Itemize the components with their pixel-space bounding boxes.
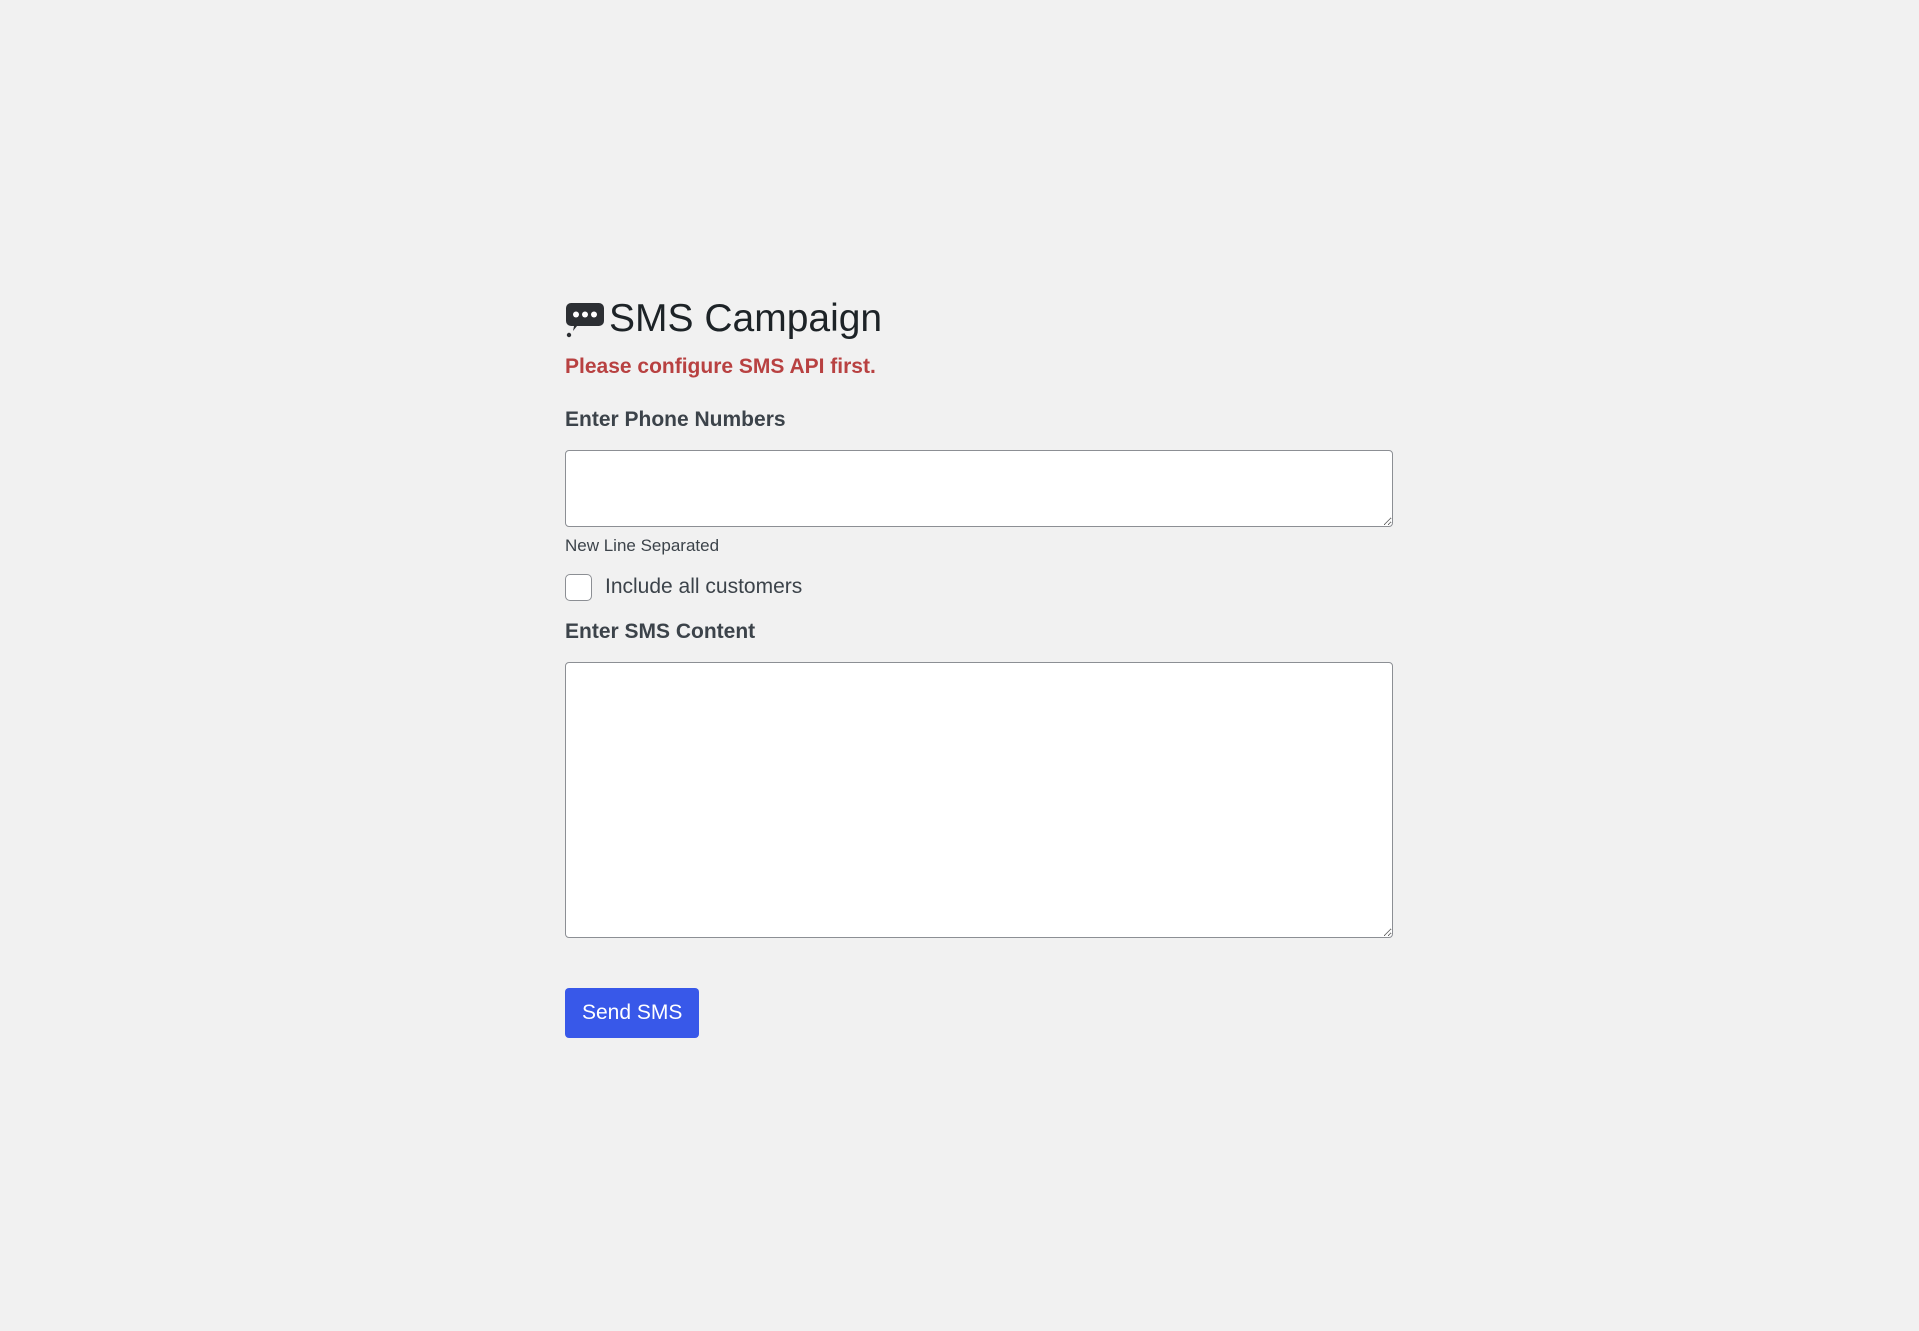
phone-numbers-input[interactable] [565,450,1393,527]
config-warning: Please configure SMS API first. [565,355,876,378]
send-sms-button[interactable]: Send SMS [565,988,700,1038]
page-title: SMS Campaign [609,297,883,340]
sms-campaign-panel: SMS Campaign Please configure SMS API fi… [565,292,1393,1038]
sms-content-input[interactable] [565,662,1393,938]
include-all-customers-row[interactable]: Include all customers [565,572,1393,602]
phone-numbers-help: New Line Separated [565,536,720,555]
title-row: SMS Campaign [565,292,1393,346]
phone-numbers-label: Enter Phone Numbers [565,408,786,431]
speech-bubble-icon [565,299,605,339]
include-all-customers-label[interactable]: Include all customers [605,575,802,599]
include-all-customers-checkbox[interactable] [565,573,592,601]
sms-content-label: Enter SMS Content [565,620,756,643]
